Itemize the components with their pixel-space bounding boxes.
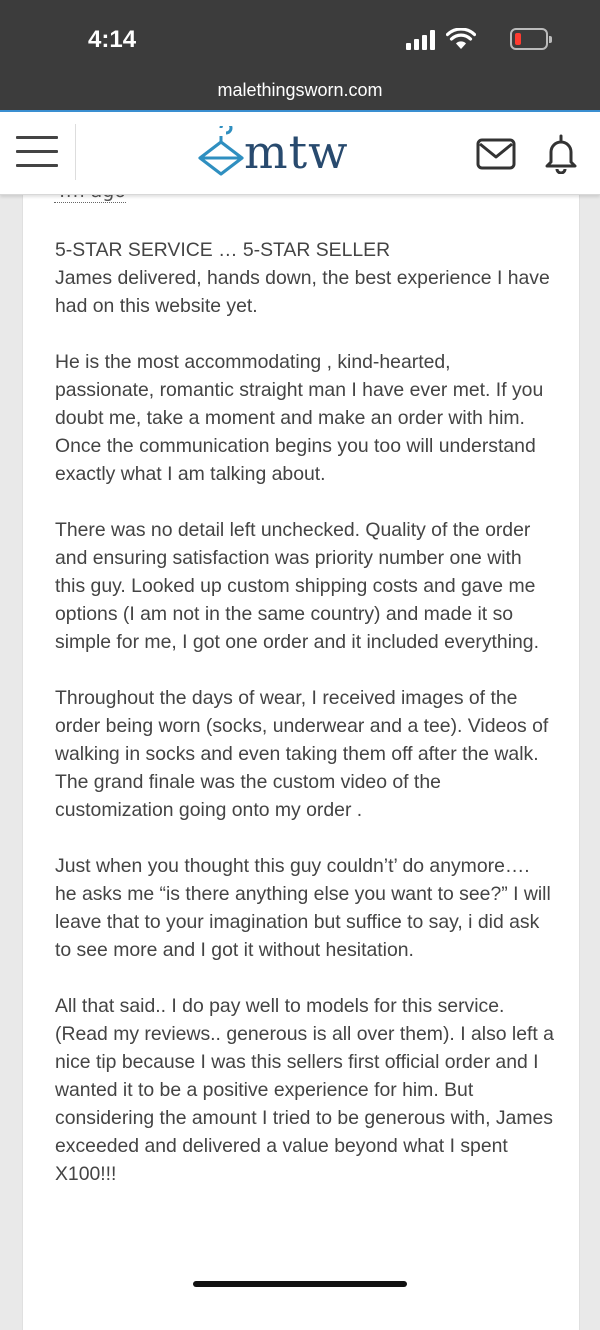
review-paragraph: All that said.. I do pay well to models …: [55, 995, 554, 1185]
review-paragraph: Just when you thought this guy couldn’t’…: [55, 855, 551, 961]
wifi-icon: [446, 28, 476, 49]
cellular-signal-icon: [406, 30, 438, 50]
url-display[interactable]: malethingsworn.com: [0, 80, 600, 101]
review-body: 5-STAR SERVICE … 5-STAR SELLER James del…: [55, 236, 555, 1216]
mail-icon[interactable]: [476, 138, 516, 170]
bell-icon[interactable]: [543, 134, 579, 174]
battery-level: [515, 33, 521, 45]
hanger-logo-icon: [198, 126, 244, 176]
review-paragraph: He is the most accommodating , kind-hear…: [55, 351, 544, 485]
home-indicator[interactable]: [193, 1281, 407, 1287]
site-logo[interactable]: mtw: [196, 126, 366, 180]
review-paragraph: Throughout the days of wear, I received …: [55, 687, 549, 821]
review-paragraph: 5-STAR SERVICE … 5-STAR SELLER James del…: [55, 239, 550, 317]
hamburger-menu-icon[interactable]: [16, 136, 58, 168]
page-load-line: [0, 110, 600, 112]
site-header: mtw: [0, 112, 600, 195]
battery-icon: [510, 28, 552, 50]
review-paragraph: There was no detail left unchecked. Qual…: [55, 519, 539, 653]
browser-top-bar: 4:14 malethingsworn.com: [0, 0, 600, 110]
status-time: 4:14: [88, 26, 137, 53]
header-divider: [75, 124, 76, 180]
logo-text: mtw: [244, 125, 349, 179]
